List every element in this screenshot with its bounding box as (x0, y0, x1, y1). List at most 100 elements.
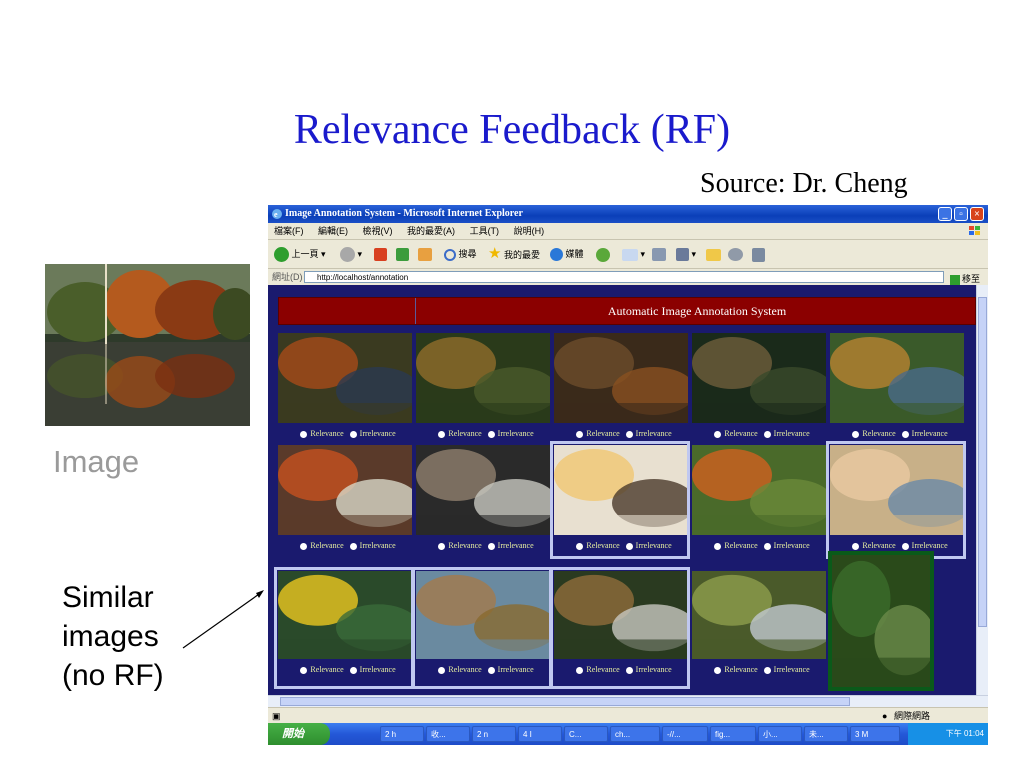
relevance-radio[interactable] (438, 430, 446, 438)
ie-icon: e (272, 209, 282, 219)
messenger-button[interactable] (728, 244, 743, 264)
browser-window: e Image Annotation System - Microsoft In… (268, 205, 988, 745)
refresh-button[interactable] (396, 244, 409, 264)
relevance-radio[interactable] (438, 542, 446, 550)
result-image[interactable] (278, 445, 412, 535)
menu-favorites[interactable]: 我的最愛(A) (407, 226, 455, 236)
menu-file[interactable]: 檔案(F) (274, 226, 304, 236)
history-button[interactable] (596, 244, 610, 264)
irrelevance-label: Irrelevance (773, 429, 810, 438)
result-image[interactable] (554, 333, 688, 423)
relevance-radio[interactable] (300, 542, 308, 550)
word-icon (676, 248, 689, 262)
relevance-radio[interactable] (300, 430, 308, 438)
taskbar-item[interactable]: -//... (662, 726, 708, 742)
status-bar: ▣ ● 網際網路 (268, 707, 988, 724)
edit-button[interactable]: ▾ (676, 244, 696, 264)
result-image[interactable] (416, 445, 550, 535)
relevance-label: Relevance (862, 429, 896, 438)
maximize-button[interactable]: ▫ (954, 207, 968, 221)
search-button[interactable]: 搜尋 (444, 244, 477, 264)
taskbar-item[interactable]: 收... (426, 726, 470, 742)
calculator-icon (752, 247, 765, 262)
taskbar-item[interactable]: fig... (710, 726, 756, 742)
relevance-radio[interactable] (714, 430, 722, 438)
irrelevance-radio[interactable] (763, 430, 771, 438)
result-image[interactable] (278, 333, 412, 423)
query-image-label: Image (53, 444, 140, 479)
refresh-icon (396, 248, 409, 262)
taskbar-item[interactable]: 2 n (472, 726, 516, 742)
irrelevance-label: Irrelevance (497, 541, 534, 550)
forward-arrow-icon (340, 247, 355, 263)
favorites-button[interactable]: ★ 我的最愛 (488, 244, 540, 264)
menu-tools[interactable]: 工具(T) (470, 226, 500, 236)
relevance-radio[interactable] (714, 542, 722, 550)
result-image[interactable] (692, 445, 826, 535)
result-image[interactable] (416, 333, 550, 423)
irrelevance-radio[interactable] (349, 542, 357, 550)
address-input[interactable]: http://localhost/annotation (304, 271, 944, 283)
result-image[interactable] (830, 333, 964, 423)
app-header: Automatic Image Annotation System (278, 297, 976, 325)
favorites-label: 我的最愛 (503, 250, 540, 260)
media-icon (550, 248, 563, 262)
taskbar-item[interactable]: C... (564, 726, 608, 742)
app-title: Automatic Image Annotation System (607, 304, 787, 318)
taskbar-item[interactable]: 4 I (518, 726, 562, 742)
minimize-button[interactable]: _ (938, 207, 952, 221)
star-icon: ★ (488, 245, 502, 262)
horizontal-scrollbar[interactable] (268, 695, 988, 707)
feedback-options: Relevance Irrelevance (278, 541, 412, 550)
irrelevance-label: Irrelevance (635, 429, 672, 438)
irrelevance-label: Irrelevance (497, 429, 534, 438)
tall-image-frame (828, 551, 934, 691)
back-button[interactable]: 上一頁 ▾ (274, 244, 326, 264)
start-button[interactable]: 開始 (268, 723, 330, 745)
vertical-scrollbar[interactable] (976, 285, 988, 695)
irrelevance-radio[interactable] (487, 542, 495, 550)
similar-result-highlight (274, 567, 414, 689)
close-button[interactable]: × (970, 207, 984, 221)
irrelevance-radio[interactable] (763, 542, 771, 550)
irrelevance-radio[interactable] (349, 430, 357, 438)
menu-help[interactable]: 說明(H) (514, 226, 545, 236)
address-label: 網址(D) (272, 272, 303, 282)
result-cell: Relevance Irrelevance (416, 333, 550, 441)
irrelevance-radio[interactable] (625, 430, 633, 438)
similar-label-line: images (62, 620, 159, 653)
relevance-radio[interactable] (852, 430, 860, 438)
print-button[interactable] (652, 244, 666, 264)
result-image[interactable] (692, 571, 826, 659)
irrelevance-radio[interactable] (487, 430, 495, 438)
taskbar-item[interactable]: 未... (804, 726, 848, 742)
relevance-radio[interactable] (576, 430, 584, 438)
media-button[interactable]: 媒體 (550, 244, 584, 264)
home-button[interactable] (418, 244, 432, 264)
relevance-radio[interactable] (714, 666, 722, 674)
mail-button[interactable]: ▾ (622, 244, 645, 264)
result-image[interactable] (692, 333, 826, 423)
taskbar-item[interactable]: ch... (610, 726, 660, 742)
relevance-label: Relevance (586, 429, 620, 438)
home-icon (418, 248, 432, 262)
taskbar-item[interactable]: 2 h (380, 726, 424, 742)
printer-icon (652, 248, 666, 262)
address-bar: 網址(D) http://localhost/annotation 移至 (268, 269, 988, 286)
folder-button[interactable] (706, 244, 721, 264)
similar-images-label: Similar images (no RF) (62, 578, 164, 695)
taskbar-item[interactable]: 3 M (850, 726, 900, 742)
taskbar-item[interactable]: 小... (758, 726, 802, 742)
menu-edit[interactable]: 編輯(E) (318, 226, 348, 236)
menu-view[interactable]: 檢視(V) (363, 226, 393, 236)
irrelevance-radio[interactable] (901, 430, 909, 438)
toolbar: 上一頁 ▾ ▾ 搜尋 ★ 我的最愛 媒體 ▾ ▾ (268, 240, 988, 269)
search-icon (444, 248, 456, 261)
stop-button[interactable] (374, 244, 387, 264)
forward-button[interactable]: ▾ (340, 244, 362, 264)
feedback-options: Relevance Irrelevance (554, 429, 688, 438)
result-cell: Relevance Irrelevance (692, 445, 826, 553)
irrelevance-radio[interactable] (763, 666, 771, 674)
similar-result-highlight (826, 441, 966, 559)
calculator-button[interactable] (752, 244, 765, 264)
